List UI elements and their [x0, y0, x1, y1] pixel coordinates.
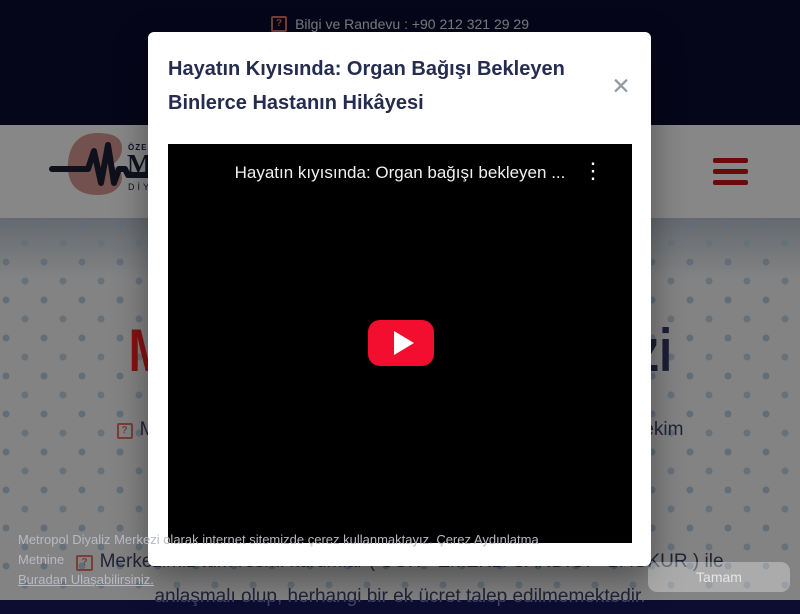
play-button[interactable]: [368, 320, 434, 366]
cookie-message: Metropol Diyaliz Merkezi olarak internet…: [18, 532, 539, 567]
play-icon: [394, 331, 414, 355]
cookie-notice: Metropol Diyaliz Merkezi olarak internet…: [18, 530, 558, 590]
kebab-menu-icon[interactable]: ⋮: [576, 159, 610, 183]
cookie-accept-button[interactable]: Tamam: [648, 562, 790, 592]
youtube-player[interactable]: Hayatın kıyısında: Organ bağışı bekleyen…: [168, 144, 632, 543]
modal-title: Hayatın Kıyısında: Organ Bağışı Bekleyen…: [168, 52, 608, 120]
close-icon[interactable]: ✕: [603, 68, 639, 104]
video-modal: Hayatın Kıyısında: Organ Bağışı Bekleyen…: [148, 32, 651, 566]
video-title-link[interactable]: Hayatın kıyısında: Organ bağışı bekleyen…: [168, 144, 632, 183]
cookie-policy-link[interactable]: Buradan Ulaşabilirsiniz.: [18, 572, 154, 587]
